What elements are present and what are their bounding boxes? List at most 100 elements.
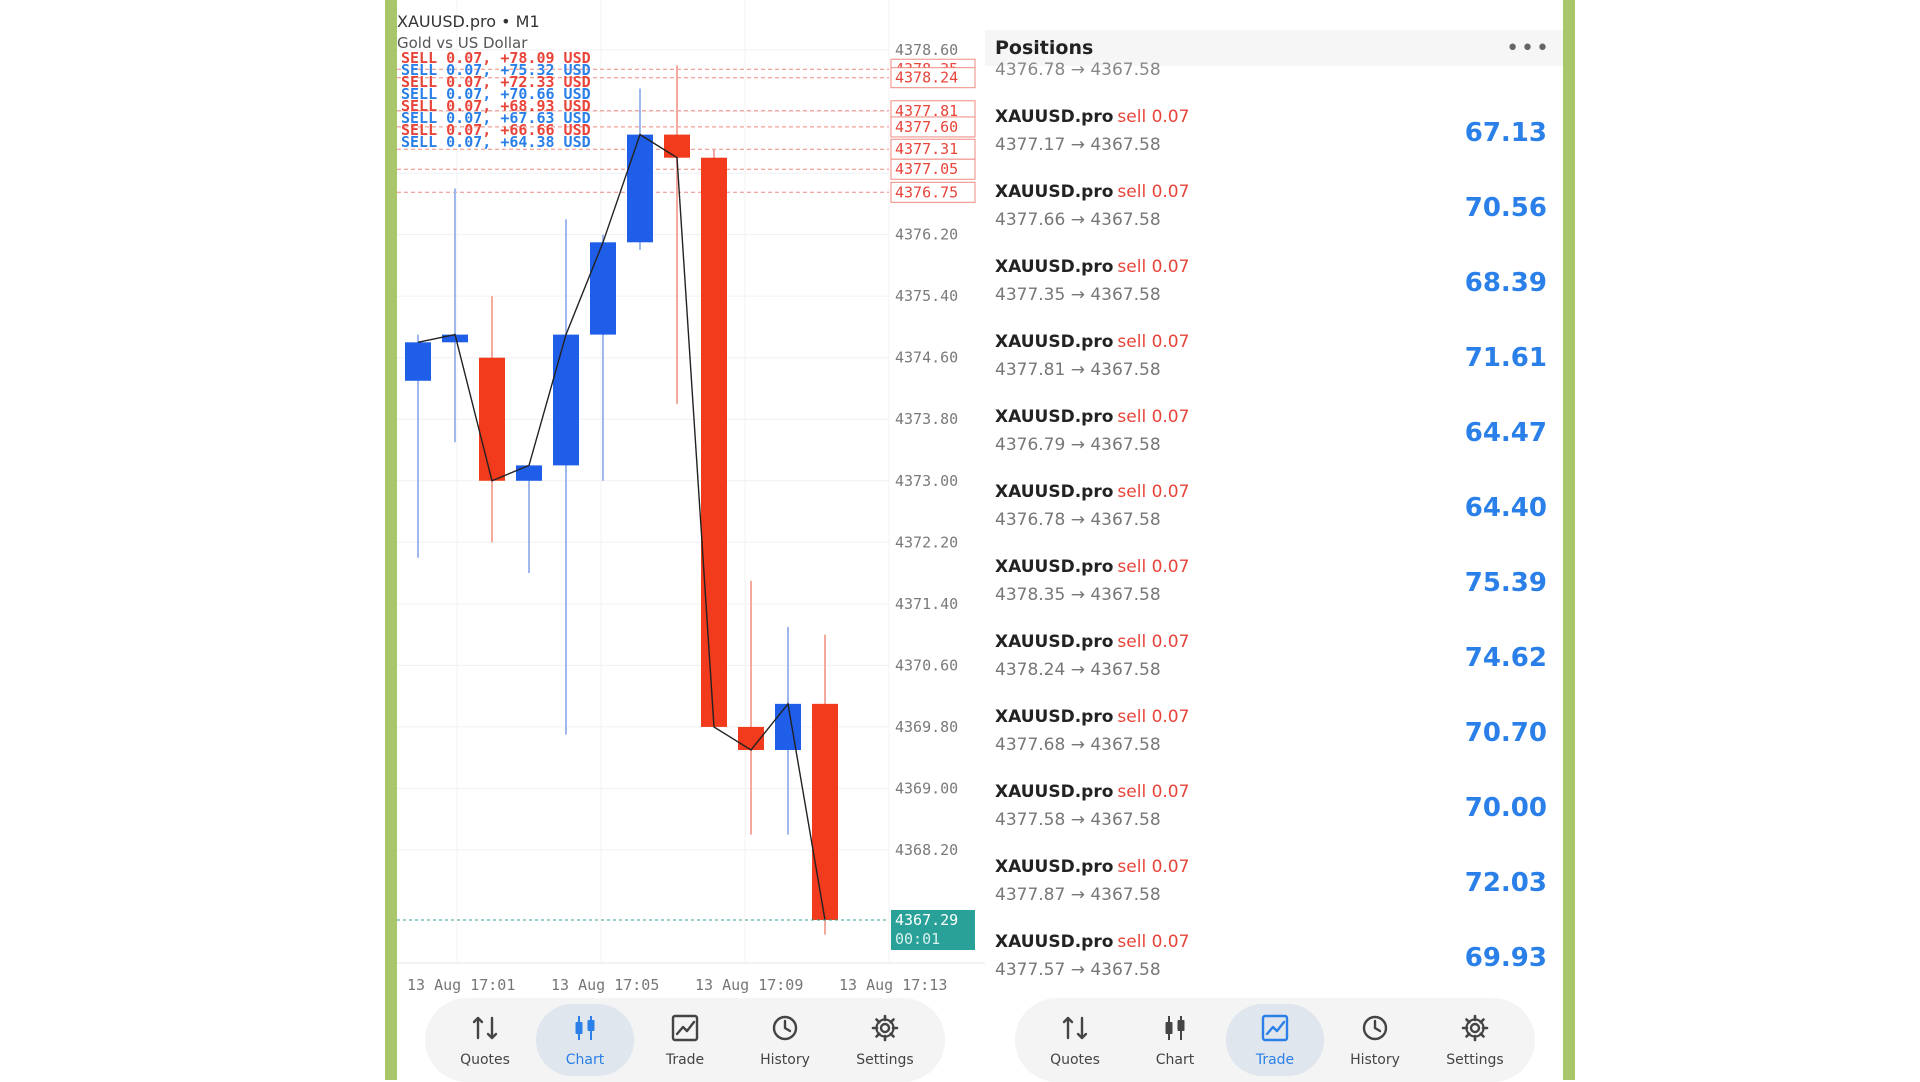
candle-body[interactable] xyxy=(553,334,579,466)
position-side: sell 0.07 xyxy=(1117,407,1190,427)
settings-icon xyxy=(869,1012,901,1048)
position-price-tag-label: 4378.24 xyxy=(895,69,958,87)
chart-panel[interactable]: SELL 0.07, +78.09 USD SELL 0.07, +75.32 U… xyxy=(397,0,988,1080)
time-axis-label: 13 Aug 17:13 xyxy=(839,976,947,994)
position-side: sell 0.07 xyxy=(1117,482,1190,502)
position-side: sell 0.07 xyxy=(1117,332,1190,352)
price-axis-label: 4373.80 xyxy=(895,410,958,428)
price-axis-label: 4369.00 xyxy=(895,779,958,797)
settings-icon xyxy=(1459,1012,1491,1048)
position-symbol: XAUUSD.pro xyxy=(995,482,1114,502)
positions-panel[interactable]: Positions ••• 4376.78 → 4367.58 XAUUSD.p… xyxy=(985,0,1563,1080)
chart-symbol-description: Gold vs US Dollar xyxy=(397,34,528,52)
partial-position-prices: 4376.78 → 4367.58 xyxy=(995,60,1161,80)
position-symbol: XAUUSD.pro xyxy=(995,557,1114,577)
more-options-icon[interactable]: ••• xyxy=(1506,36,1551,61)
position-side: sell 0.07 xyxy=(1117,932,1190,952)
position-symbol: XAUUSD.pro xyxy=(995,857,1114,877)
position-profit: 64.40 xyxy=(1464,493,1547,523)
position-profit: 68.39 xyxy=(1464,268,1547,298)
position-row[interactable]: XAUUSD.pro sell 0.07 4377.58 → 4367.58 70.0… xyxy=(985,775,1563,850)
right-edge-strip xyxy=(1563,0,1575,1080)
position-symbol: XAUUSD.pro xyxy=(995,257,1114,277)
position-profit: 70.00 xyxy=(1464,793,1547,823)
history-icon xyxy=(1359,1012,1391,1048)
position-profit: 67.13 xyxy=(1464,118,1547,148)
position-symbol: XAUUSD.pro xyxy=(995,632,1114,652)
position-row[interactable]: XAUUSD.pro sell 0.07 4377.68 → 4367.58 70.7… xyxy=(985,700,1563,775)
position-side: sell 0.07 xyxy=(1117,857,1190,877)
position-profit: 75.39 xyxy=(1464,568,1547,598)
bottom-nav-right: Quotes Chart Trade History Settings xyxy=(1015,998,1535,1082)
price-chart[interactable]: SELL 0.07, +78.09 USDSELL 0.07, +75.32 U… xyxy=(397,0,988,1000)
position-row[interactable]: XAUUSD.pro sell 0.07 4377.57 → 4367.58 69.9… xyxy=(985,925,1563,1000)
nav-item-trade[interactable]: Trade xyxy=(636,1004,734,1076)
position-side: sell 0.07 xyxy=(1117,257,1190,277)
nav-item-settings[interactable]: Settings xyxy=(836,1004,934,1076)
candle-body[interactable] xyxy=(812,703,838,920)
nav-item-quotes[interactable]: Quotes xyxy=(1026,1004,1124,1076)
position-side: sell 0.07 xyxy=(1117,557,1190,577)
time-axis-label: 13 Aug 17:01 xyxy=(407,976,515,994)
chart-icon xyxy=(1159,1012,1191,1048)
candle-body[interactable] xyxy=(590,242,616,335)
time-axis-label: 13 Aug 17:09 xyxy=(695,976,803,994)
time-axis-label: 13 Aug 17:05 xyxy=(551,976,659,994)
position-profit: 70.70 xyxy=(1464,718,1547,748)
position-row[interactable]: XAUUSD.pro sell 0.07 4377.35 → 4367.58 68.3… xyxy=(985,250,1563,325)
nav-item-settings[interactable]: Settings xyxy=(1426,1004,1524,1076)
position-row[interactable]: XAUUSD.pro sell 0.07 4377.66 → 4367.58 70.5… xyxy=(985,175,1563,250)
nav-item-quotes[interactable]: Quotes xyxy=(436,1004,534,1076)
candle-body[interactable] xyxy=(405,342,431,381)
position-symbol: XAUUSD.pro xyxy=(995,407,1114,427)
position-row[interactable]: XAUUSD.pro sell 0.07 4377.81 → 4367.58 71.6… xyxy=(985,325,1563,400)
position-row[interactable]: XAUUSD.pro sell 0.07 4376.78 → 4367.58 64.4… xyxy=(985,475,1563,550)
nav-item-label: Chart xyxy=(565,1052,605,1068)
position-symbol: XAUUSD.pro xyxy=(995,332,1114,352)
position-price-tag-label: 4377.60 xyxy=(895,118,958,136)
position-side: sell 0.07 xyxy=(1117,107,1190,127)
position-symbol: XAUUSD.pro xyxy=(995,782,1114,802)
price-axis-label: 4369.80 xyxy=(895,718,958,736)
position-row[interactable]: XAUUSD.pro sell 0.07 4377.17 → 4367.58 67.1… xyxy=(985,100,1563,175)
candle-body[interactable] xyxy=(775,703,801,750)
bottom-nav-left: Quotes Chart Trade History Settings xyxy=(425,998,945,1082)
candle-body[interactable] xyxy=(627,134,653,243)
nav-item-history[interactable]: History xyxy=(736,1004,834,1076)
nav-item-label: Settings xyxy=(1446,1052,1504,1068)
position-row[interactable]: XAUUSD.pro sell 0.07 4378.24 → 4367.58 74.6… xyxy=(985,625,1563,700)
price-axis-label: 4373.00 xyxy=(895,472,958,490)
position-price-tag-label: 4377.31 xyxy=(895,140,958,158)
position-row[interactable]: XAUUSD.pro sell 0.07 4377.87 → 4367.58 72.0… xyxy=(985,850,1563,925)
candle-body[interactable] xyxy=(479,357,505,481)
price-axis-label: 4374.60 xyxy=(895,349,958,367)
current-price-label: 4367.29 xyxy=(895,911,958,929)
trade-icon xyxy=(669,1012,701,1048)
nav-item-history[interactable]: History xyxy=(1326,1004,1424,1076)
nav-item-label: Settings xyxy=(856,1052,914,1068)
position-side: sell 0.07 xyxy=(1117,707,1190,727)
history-icon xyxy=(769,1012,801,1048)
candle-body[interactable] xyxy=(664,134,690,158)
candle-body[interactable] xyxy=(701,157,727,727)
price-axis-label: 4378.60 xyxy=(895,41,958,59)
candle-body[interactable] xyxy=(516,465,542,481)
nav-item-label: History xyxy=(1350,1052,1400,1068)
position-line-label: SELL 0.07, +64.38 USD xyxy=(401,133,591,151)
position-profit: 70.56 xyxy=(1464,193,1547,223)
price-axis-label: 4372.20 xyxy=(895,533,958,551)
position-profit: 71.61 xyxy=(1464,343,1547,373)
nav-item-chart[interactable]: Chart xyxy=(1126,1004,1224,1076)
position-row[interactable]: XAUUSD.pro sell 0.07 4376.79 → 4367.58 64.4… xyxy=(985,400,1563,475)
nav-item-chart[interactable]: Chart xyxy=(536,1004,634,1076)
position-profit: 69.93 xyxy=(1464,943,1547,973)
position-row[interactable]: XAUUSD.pro sell 0.07 4378.35 → 4367.58 75.3… xyxy=(985,550,1563,625)
position-side: sell 0.07 xyxy=(1117,632,1190,652)
nav-item-label: Chart xyxy=(1155,1052,1195,1068)
nav-item-label: Quotes xyxy=(1050,1052,1100,1068)
position-symbol: XAUUSD.pro xyxy=(995,707,1114,727)
price-axis-label: 4370.60 xyxy=(895,656,958,674)
nav-item-label: Quotes xyxy=(460,1052,510,1068)
nav-item-trade[interactable]: Trade xyxy=(1226,1004,1324,1076)
left-edge-strip xyxy=(385,0,397,1080)
